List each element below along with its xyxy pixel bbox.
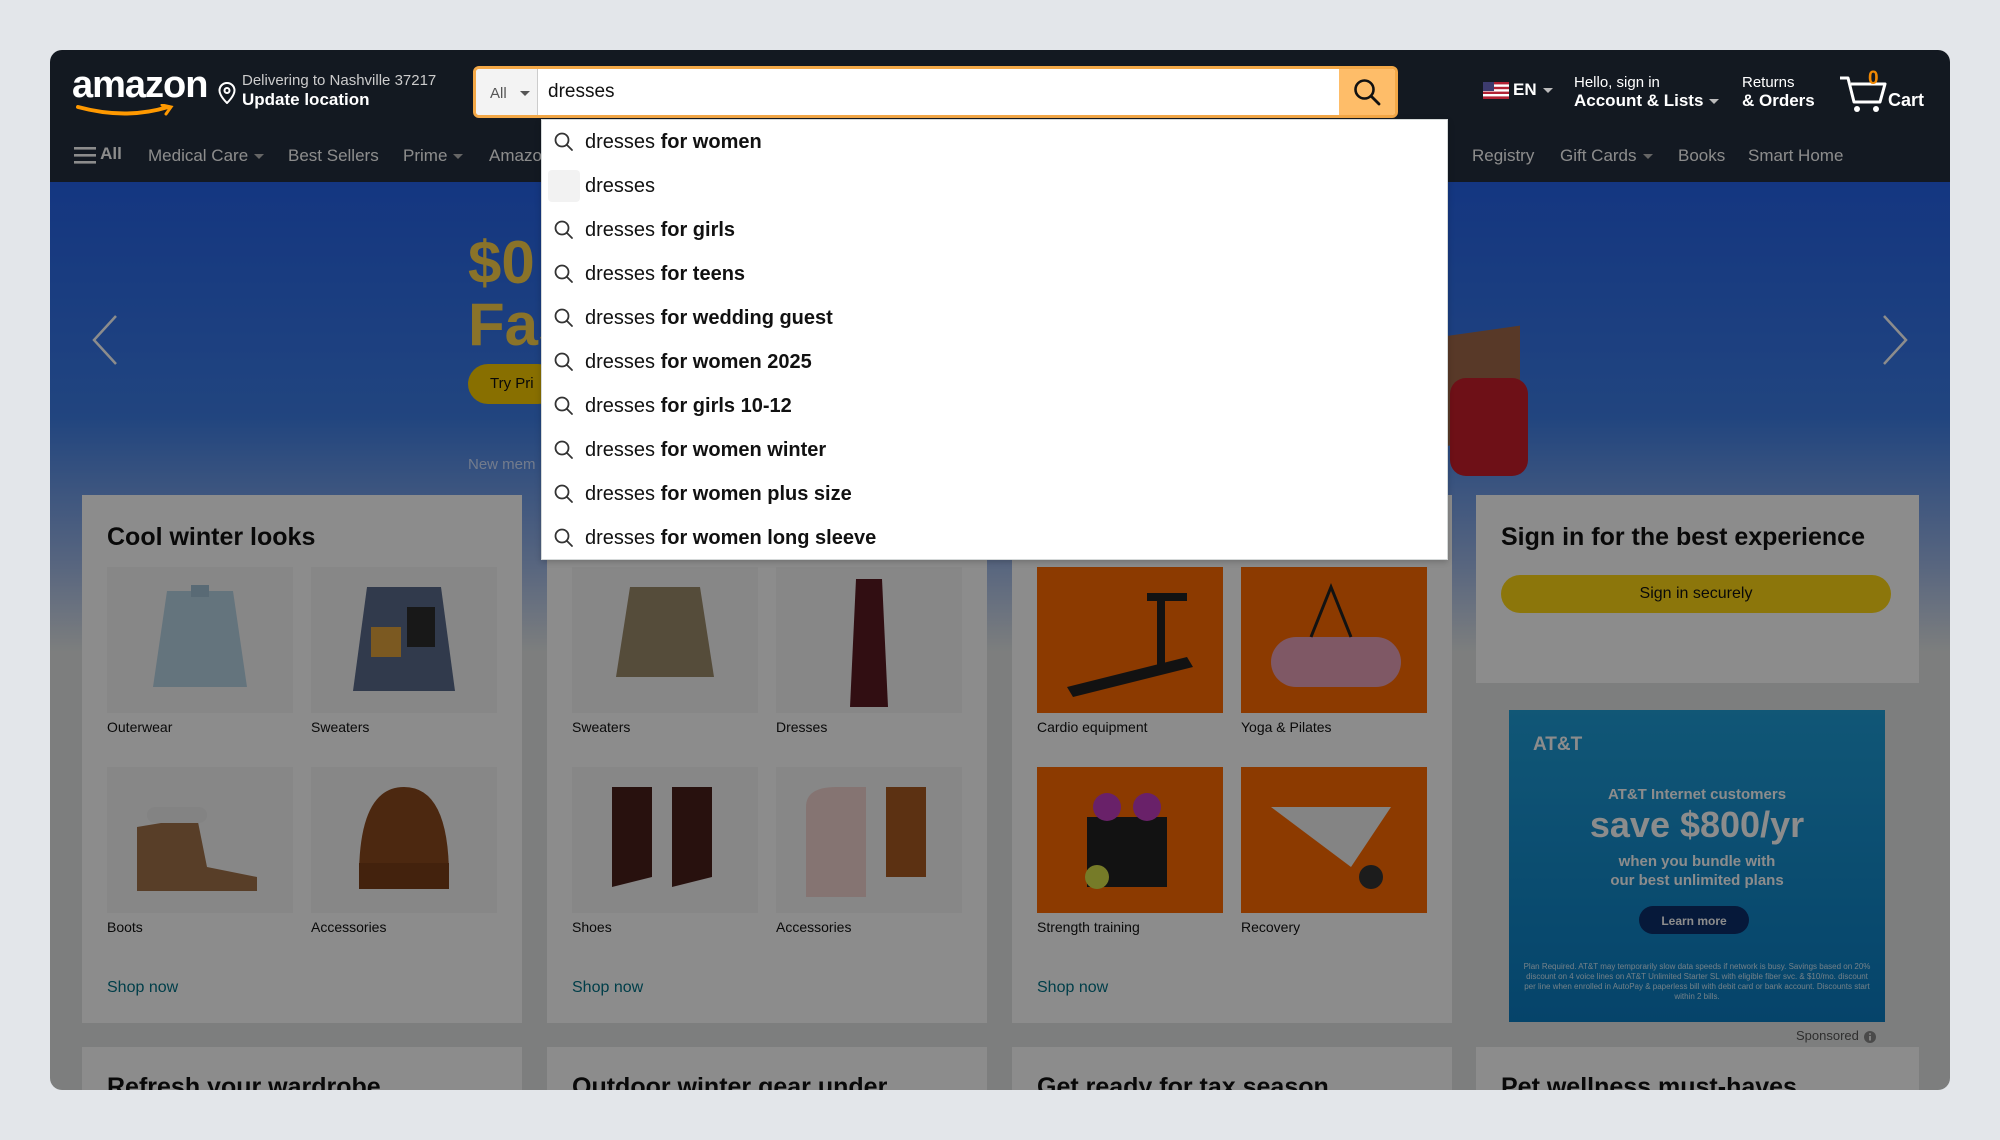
language-selector[interactable]: EN — [1483, 80, 1553, 100]
caret-down-icon — [1709, 99, 1720, 105]
suggestion-item[interactable]: dresses for teens — [542, 252, 1449, 296]
suggestion-text: dresses for women winter — [585, 439, 826, 462]
suggestion-item[interactable]: dresses for women — [542, 120, 1449, 164]
hello-signin-text: Hello, sign in — [1574, 74, 1660, 91]
suggestion-text: dresses for women — [585, 131, 762, 154]
search-button[interactable] — [1339, 69, 1395, 115]
cart-icon — [1840, 76, 1887, 112]
us-flag-icon — [1483, 82, 1509, 100]
suggestion-completion: for girls 10-12 — [655, 395, 792, 417]
cart-count: 0 — [1868, 68, 1879, 89]
suggestion-query: dresses — [585, 131, 656, 153]
suggestion-completion: for women long sleeve — [655, 527, 877, 549]
suggestion-query: dresses — [585, 263, 656, 285]
suggestion-text: dresses for women plus size — [585, 483, 852, 506]
suggestion-item[interactable]: dresses for wedding guest — [542, 296, 1449, 340]
search-icon — [554, 396, 573, 415]
search-suggestions-dropdown: dresses for women dresses dresses for girl… — [541, 119, 1448, 560]
browser-window: amazon Delivering to Nashville 37217 Upd… — [50, 50, 1950, 1090]
amazon-logo[interactable]: amazon — [72, 64, 208, 116]
suggestion-completion: for wedding guest — [655, 307, 833, 329]
account-lists[interactable]: Hello, sign in Account & Lists — [1574, 74, 1720, 111]
orders-text: & Orders — [1742, 91, 1815, 110]
suggestion-query: dresses — [585, 527, 656, 549]
suggestion-text: dresses for teens — [585, 263, 745, 286]
suggestion-item[interactable]: dresses for girls 10-12 — [542, 384, 1449, 428]
suggestion-item[interactable]: dresses for girls — [542, 208, 1449, 252]
suggestion-text: dresses for girls — [585, 219, 735, 242]
search-icon — [1354, 79, 1381, 106]
search-category-label: All — [490, 85, 507, 102]
cart-button[interactable]: 0 Cart — [1838, 68, 1938, 114]
suggestion-query: dresses — [585, 439, 656, 461]
suggestion-query: dresses — [585, 351, 656, 373]
suggestion-query: dresses — [585, 175, 656, 197]
suggestion-item[interactable]: dresses for women plus size — [542, 472, 1449, 516]
suggestion-completion: for girls — [655, 219, 736, 241]
language-code: EN — [1513, 80, 1537, 99]
smile-arrow-icon — [76, 104, 174, 116]
search-icon — [554, 220, 573, 239]
suggestion-query: dresses — [585, 395, 656, 417]
search-icon — [554, 440, 573, 459]
search-icon — [554, 352, 573, 371]
suggestion-text: dresses for girls 10-12 — [585, 395, 792, 418]
suggestion-text: dresses for wedding guest — [585, 307, 833, 330]
suggestion-item[interactable]: dresses for women winter — [542, 428, 1449, 472]
search-category-dropdown[interactable]: All — [476, 69, 538, 115]
search-icon — [554, 528, 573, 547]
search-bar: All — [473, 66, 1398, 118]
deliver-label: Delivering to Nashville 37217 — [242, 72, 437, 89]
suggestion-completion: for teens — [655, 263, 746, 285]
suggestion-text: dresses for women 2025 — [585, 351, 812, 374]
search-icon — [554, 132, 573, 151]
suggestion-completion: for women 2025 — [655, 351, 812, 373]
search-icon — [554, 484, 573, 503]
logo-text: amazon — [72, 64, 208, 106]
suggestion-completion: for women plus size — [655, 483, 852, 505]
suggestion-item[interactable]: dresses for women long sleeve — [542, 516, 1449, 560]
search-input[interactable] — [542, 69, 1332, 115]
suggestion-completion: for women winter — [655, 439, 827, 461]
suggestion-completion: for women — [655, 131, 762, 153]
suggestion-query: dresses — [585, 307, 656, 329]
suggestion-query: dresses — [585, 483, 656, 505]
returns-orders[interactable]: Returns & Orders — [1742, 74, 1815, 111]
suggestion-item[interactable]: dresses — [542, 164, 1449, 208]
suggestion-text: dresses for women long sleeve — [585, 527, 876, 550]
update-location-text: Update location — [242, 90, 370, 109]
suggestion-query: dresses — [585, 219, 656, 241]
search-icon — [554, 264, 573, 283]
cart-label: Cart — [1888, 90, 1925, 110]
blank-thumbnail-icon — [548, 170, 580, 202]
returns-text: Returns — [1742, 74, 1795, 91]
suggestion-text: dresses — [585, 175, 655, 198]
location-pin-icon — [218, 82, 236, 104]
account-lists-text: Account & Lists — [1574, 91, 1704, 110]
suggestion-item[interactable]: dresses for women 2025 — [542, 340, 1449, 384]
caret-down-icon — [1542, 88, 1553, 94]
header: amazon Delivering to Nashville 37217 Upd… — [50, 50, 1950, 130]
search-icon — [554, 308, 573, 327]
caret-down-icon — [520, 91, 530, 96]
